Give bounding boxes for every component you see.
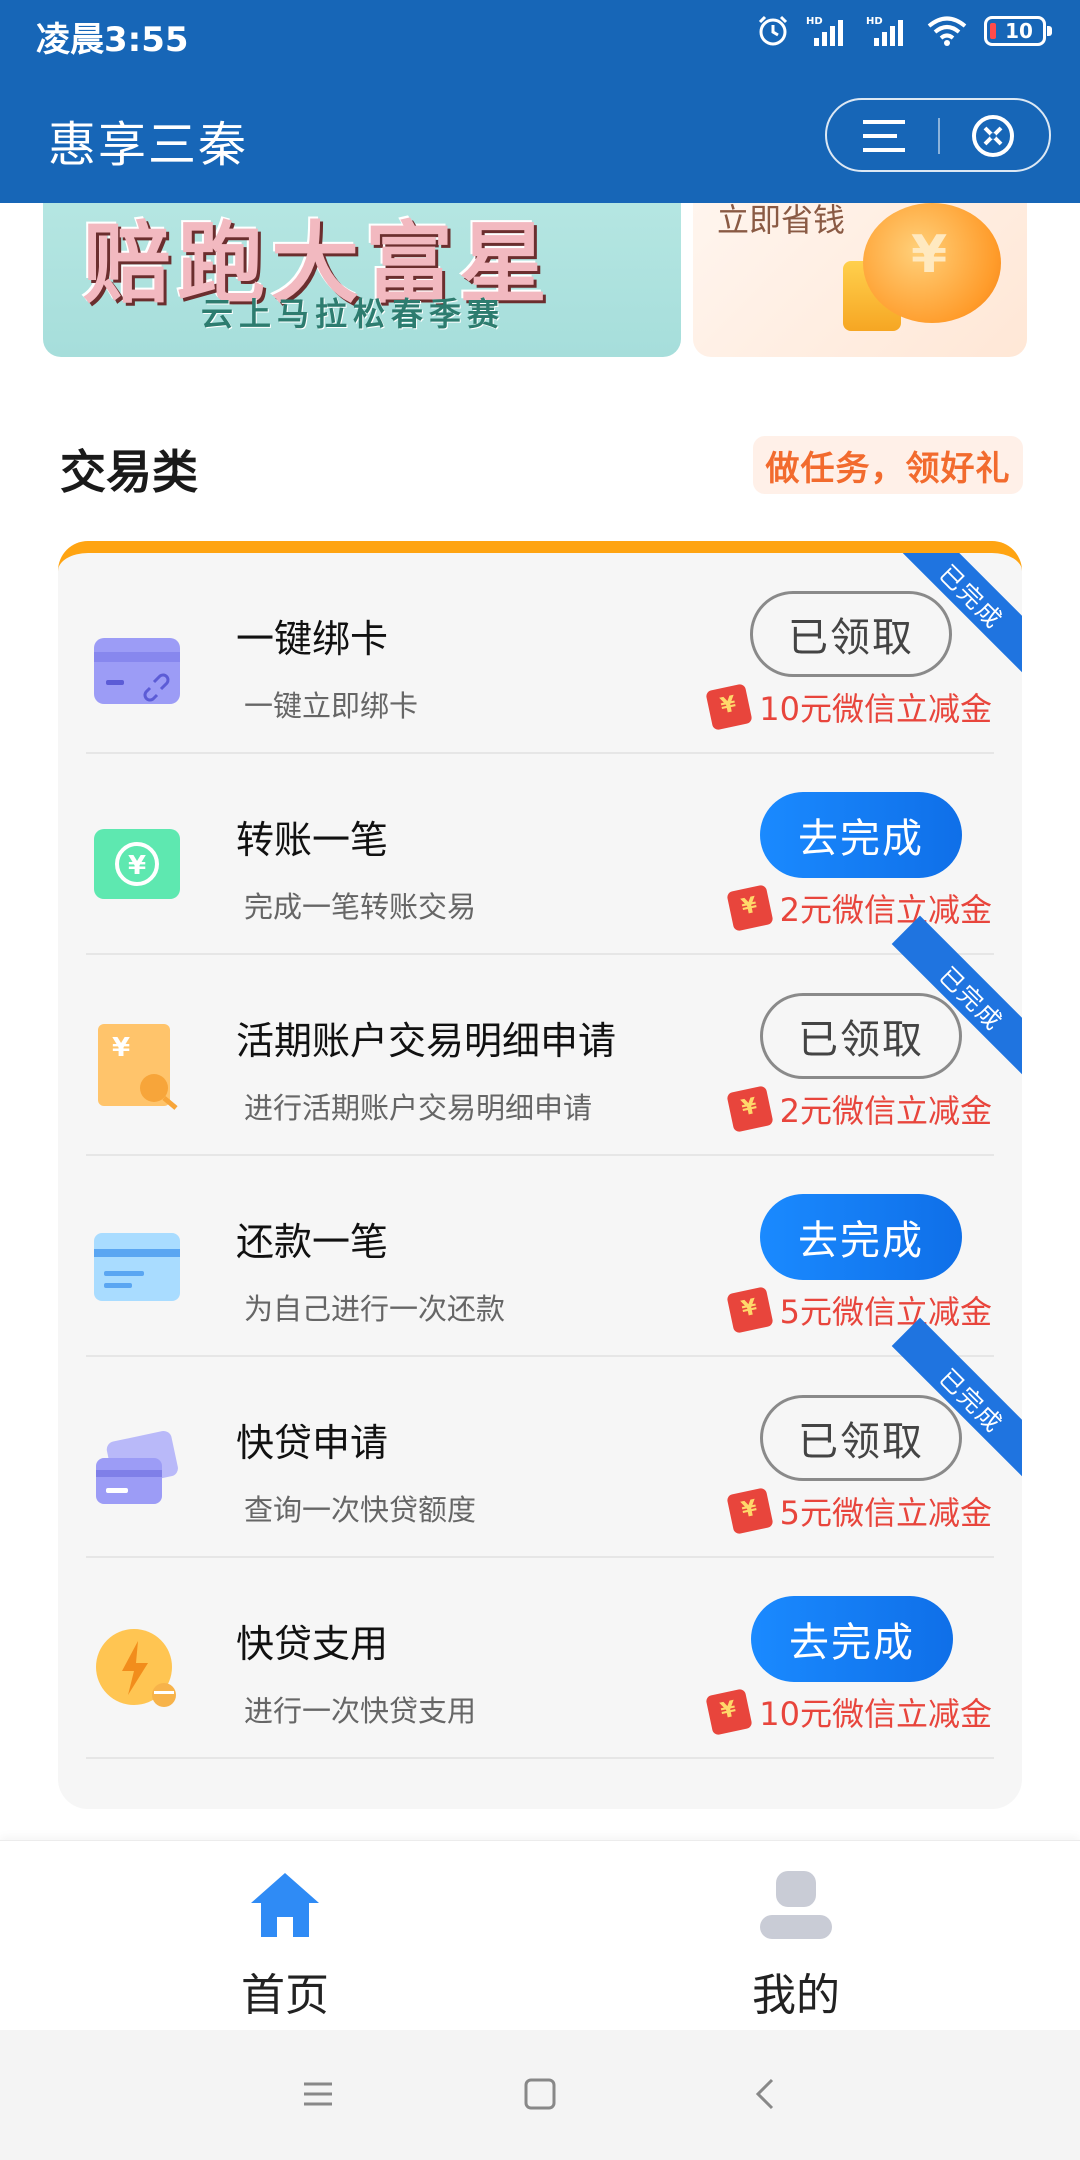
- svg-text:¥: ¥: [112, 1033, 130, 1063]
- red-packet-icon: [725, 1286, 774, 1334]
- reward-info: 5元微信立减金: [725, 1487, 992, 1535]
- signal-icon: HD: [806, 16, 843, 46]
- reward-text: 2元微信立减金: [779, 1092, 992, 1130]
- red-packet-icon: [725, 1085, 774, 1133]
- go-complete-button[interactable]: 去完成: [751, 1596, 953, 1682]
- task-item: ¥ 活期账户交易明细申请 进行活期账户交易明细申请 已领取 2元微信立减金 已完…: [58, 915, 1022, 1156]
- claimed-button[interactable]: 已领取: [760, 993, 962, 1079]
- bottom-tab-bar: 首页 我的: [0, 1840, 1080, 2031]
- reward-info: 10元微信立减金: [705, 683, 992, 731]
- svg-text:HD: HD: [866, 16, 883, 27]
- svg-text:HD: HD: [806, 16, 823, 27]
- task-desc: 进行活期账户交易明细申请: [244, 1091, 593, 1125]
- tab-home[interactable]: 首页: [185, 1869, 385, 2023]
- red-packet-icon: [725, 1487, 774, 1535]
- task-desc: 一键立即绑卡: [244, 689, 419, 723]
- reward-text: 5元微信立减金: [779, 1293, 992, 1331]
- quick-loan-icon: [96, 1629, 176, 1707]
- go-complete-button[interactable]: 去完成: [760, 792, 962, 878]
- task-desc: 完成一笔转账交易: [244, 890, 477, 924]
- status-time: 凌晨3:55: [36, 20, 189, 60]
- wifi-icon: [927, 16, 967, 46]
- red-packet-icon: [725, 884, 774, 932]
- claimed-button[interactable]: 已领取: [760, 1395, 962, 1481]
- task-item: 快贷支用 进行一次快贷支用 去完成 10元微信立减金: [58, 1558, 1022, 1759]
- signal-icon-2: HD: [866, 16, 903, 46]
- status-bar: 凌晨3:55 HD HD 10: [0, 0, 1080, 68]
- system-navigation-bar: [0, 2030, 1080, 2160]
- reward-text: 10元微信立减金: [759, 1695, 992, 1733]
- tab-label: 我的: [752, 1970, 840, 2021]
- coin-icon: [863, 203, 1001, 323]
- go-complete-button[interactable]: 去完成: [760, 1194, 962, 1280]
- alarm-icon: [758, 15, 788, 46]
- task-reward-tag[interactable]: 做任务，领好礼: [753, 436, 1023, 494]
- task-item: 一键绑卡 一键立即绑卡 已领取 10元微信立减金 已完成: [58, 553, 1022, 754]
- reward-info: 10元微信立减金: [705, 1688, 992, 1736]
- reward-info: 2元微信立减金: [725, 1085, 992, 1133]
- status-icons: HD HD 10: [756, 14, 1052, 48]
- reward-info: 5元微信立减金: [725, 1286, 992, 1334]
- reward-text: 10元微信立减金: [759, 690, 992, 728]
- task-card: 一键绑卡 一键立即绑卡 已领取 10元微信立减金 已完成 ¥ 转账一笔 完成一笔…: [58, 541, 1022, 1809]
- red-packet-icon: [705, 683, 753, 731]
- task-title: 一键绑卡: [236, 617, 389, 661]
- claimed-button[interactable]: 已领取: [750, 591, 952, 677]
- reward-text: 5元微信立减金: [779, 1494, 992, 1532]
- battery-level: 10: [1005, 19, 1033, 43]
- task-item: ¥ 转账一笔 完成一笔转账交易 去完成 2元微信立减金: [58, 754, 1022, 955]
- top-bar: 凌晨3:55 HD HD 10 惠享三秦: [0, 0, 1080, 203]
- divider: [86, 1757, 994, 1759]
- tab-label: 首页: [241, 1970, 329, 2021]
- reward-text: 2元微信立减金: [779, 891, 992, 929]
- reward-info: 2元微信立减金: [725, 884, 992, 932]
- banner-text: 立即省钱: [717, 203, 846, 239]
- task-title: 快贷支用: [236, 1622, 389, 1666]
- save-money-banner[interactable]: 立即省钱: [693, 203, 1027, 357]
- home-nav-icon[interactable]: [522, 2076, 558, 2112]
- close-icon[interactable]: [971, 114, 1015, 158]
- task-title: 快贷申请: [236, 1421, 389, 1465]
- page-title: 惠享三秦: [48, 117, 249, 173]
- repayment-card-icon: [94, 1233, 180, 1301]
- task-title: 活期账户交易明细申请: [236, 1019, 617, 1063]
- task-item: 快贷申请 查询一次快贷额度 已领取 5元微信立减金 已完成: [58, 1317, 1022, 1558]
- task-title: 还款一笔: [236, 1220, 389, 1264]
- marathon-banner[interactable]: 赔跑大富星 云上马拉松春季赛: [43, 203, 681, 357]
- task-desc: 查询一次快贷额度: [244, 1493, 477, 1527]
- mini-program-capsule: [825, 98, 1051, 172]
- svg-text:¥: ¥: [128, 851, 146, 881]
- tab-mine[interactable]: 我的: [696, 1869, 896, 2023]
- transfer-icon: ¥: [94, 829, 180, 899]
- red-packet-icon: [705, 1688, 753, 1736]
- bind-card-icon: [94, 638, 180, 704]
- menu-icon[interactable]: [861, 118, 911, 154]
- task-desc: 为自己进行一次还款: [244, 1292, 506, 1326]
- task-title: 转账一笔: [236, 818, 389, 862]
- banner-subtitle: 云上马拉松春季赛: [201, 295, 506, 333]
- home-icon: [251, 1873, 319, 1937]
- capsule-divider: [938, 118, 940, 154]
- battery-icon: 10: [984, 16, 1052, 46]
- recents-icon[interactable]: [300, 2076, 336, 2112]
- account-statement-icon: ¥: [98, 1024, 178, 1110]
- loan-cards-icon: [96, 1430, 178, 1504]
- section-title: 交易类: [60, 445, 198, 499]
- profile-icon: [760, 1871, 832, 1939]
- back-icon[interactable]: [748, 2076, 784, 2112]
- task-item: 还款一笔 为自己进行一次还款 去完成 5元微信立减金: [58, 1156, 1022, 1357]
- task-desc: 进行一次快贷支用: [244, 1694, 477, 1728]
